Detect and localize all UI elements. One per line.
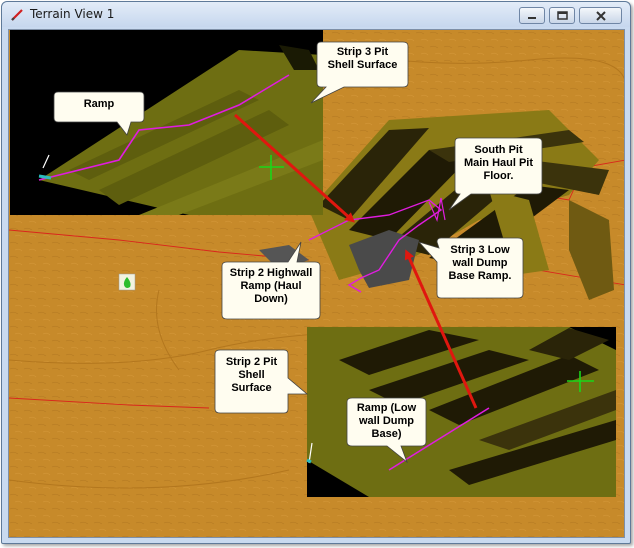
callout-strip2-highwall-ramp: Strip 2 Highwall Ramp (Haul Down)	[229, 267, 313, 305]
title-bar[interactable]: Terrain View 1	[2, 2, 630, 27]
callout-south-pit-main-haul: South Pit Main Haul Pit Floor.	[463, 144, 534, 182]
callout-strip3-lowwall-dump: Strip 3 Low wall Dump Base Ramp.	[448, 244, 512, 282]
green-flame-icon[interactable]	[118, 273, 136, 291]
maximize-button[interactable]	[549, 7, 575, 24]
minimize-icon	[528, 17, 536, 19]
callout-strip3-pit-shell: Strip 3 Pit Shell Surface	[327, 46, 398, 71]
terrain-3d-viewport[interactable]: Ramp Strip 3 Pit Shell Surface South Pit…	[8, 29, 625, 538]
callout-ramp-lowwall-dump: Ramp (Low wall Dump Base)	[356, 402, 417, 440]
callout-strip2-pit-shell: Strip 2 Pit Shell Surface	[225, 356, 278, 394]
close-button[interactable]	[579, 7, 622, 24]
terrain-view-window: Terrain View 1 Ramp Strip 3 Pit Shell Su…	[1, 1, 631, 544]
callout-ramp: Ramp	[83, 98, 115, 110]
pencil-icon	[11, 9, 23, 21]
inset-view-strip3[interactable]	[10, 30, 323, 215]
minimize-button[interactable]	[519, 7, 545, 24]
maximize-icon	[557, 11, 568, 20]
window-title: Terrain View 1	[30, 7, 115, 21]
close-icon	[596, 11, 606, 21]
